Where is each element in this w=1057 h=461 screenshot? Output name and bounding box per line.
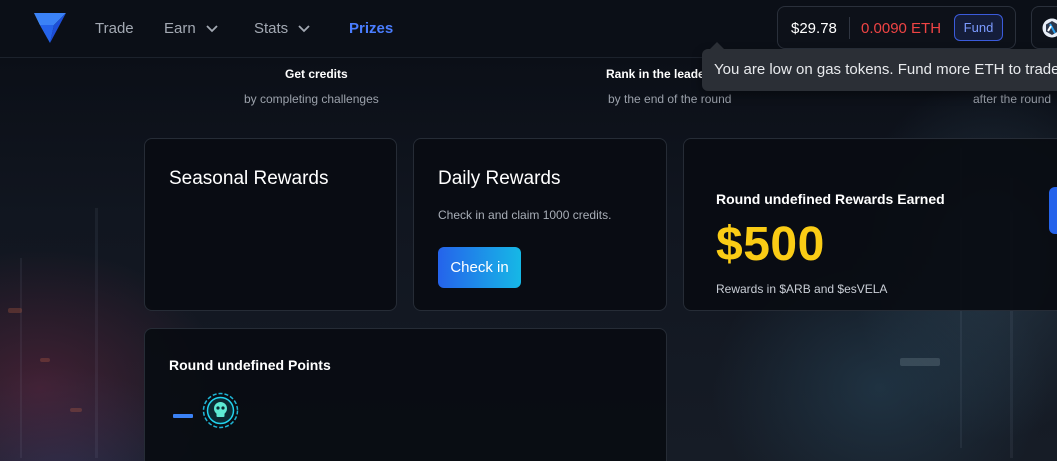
check-in-button[interactable]: Check in bbox=[438, 247, 521, 288]
step-2-title: Rank in the leade bbox=[606, 67, 705, 81]
usd-balance: $29.78 bbox=[791, 20, 837, 37]
tooltip-arrow bbox=[710, 42, 724, 49]
low-gas-tooltip: You are low on gas tokens. Fund more ETH… bbox=[702, 42, 1057, 91]
seasonal-rewards-card: Seasonal Rewards bbox=[144, 138, 397, 311]
round-points-card: Round undefined Points bbox=[144, 328, 667, 461]
round-points-title: Round undefined Points bbox=[169, 357, 331, 373]
claim-button-partial[interactable] bbox=[1049, 187, 1057, 234]
nav-stats[interactable]: Stats bbox=[254, 20, 310, 37]
rewards-note: Rewards in $ARB and $esVELA bbox=[716, 282, 888, 296]
divider bbox=[849, 17, 850, 39]
step-3-subtitle: after the round bbox=[973, 92, 1052, 106]
step-2-subtitle: by the end of the round bbox=[608, 92, 732, 106]
fund-button[interactable]: Fund bbox=[954, 14, 1003, 41]
chevron-down-icon bbox=[206, 24, 218, 32]
network-selector[interactable] bbox=[1031, 6, 1057, 49]
daily-rewards-title: Daily Rewards bbox=[438, 168, 561, 189]
arbitrum-icon bbox=[1042, 18, 1057, 38]
rewards-earned-card: Round undefined Rewards Earned $500 Rewa… bbox=[683, 138, 1057, 311]
rewards-earned-title: Round undefined Rewards Earned bbox=[716, 191, 945, 207]
chevron-down-icon bbox=[298, 24, 310, 32]
tooltip-text: You are low on gas tokens. Fund more ETH… bbox=[714, 61, 1057, 78]
points-value-placeholder bbox=[173, 414, 193, 418]
step-1-title: Get credits bbox=[285, 67, 348, 81]
skull-badge-icon bbox=[202, 392, 239, 429]
daily-rewards-description: Check in and claim 1000 credits. bbox=[438, 208, 612, 222]
seasonal-rewards-title: Seasonal Rewards bbox=[169, 168, 329, 189]
nav-prizes[interactable]: Prizes bbox=[349, 20, 393, 37]
eth-balance: 0.0090 ETH bbox=[861, 20, 942, 37]
nav-prizes-label: Prizes bbox=[349, 20, 394, 37]
nav-earn-label: Earn bbox=[164, 20, 196, 37]
nav-earn[interactable]: Earn bbox=[164, 20, 218, 37]
rewards-amount: $500 bbox=[716, 218, 825, 271]
step-1-subtitle: by completing challenges bbox=[244, 92, 379, 106]
wallet-balance-panel: $29.78 0.0090 ETH Fund bbox=[777, 6, 1016, 49]
nav-trade[interactable]: Trade bbox=[95, 20, 134, 37]
nav-stats-label: Stats bbox=[254, 20, 289, 37]
daily-rewards-card: Daily Rewards Check in and claim 1000 cr… bbox=[413, 138, 667, 311]
vela-logo[interactable] bbox=[32, 11, 68, 45]
nav-trade-label: Trade bbox=[95, 20, 134, 37]
